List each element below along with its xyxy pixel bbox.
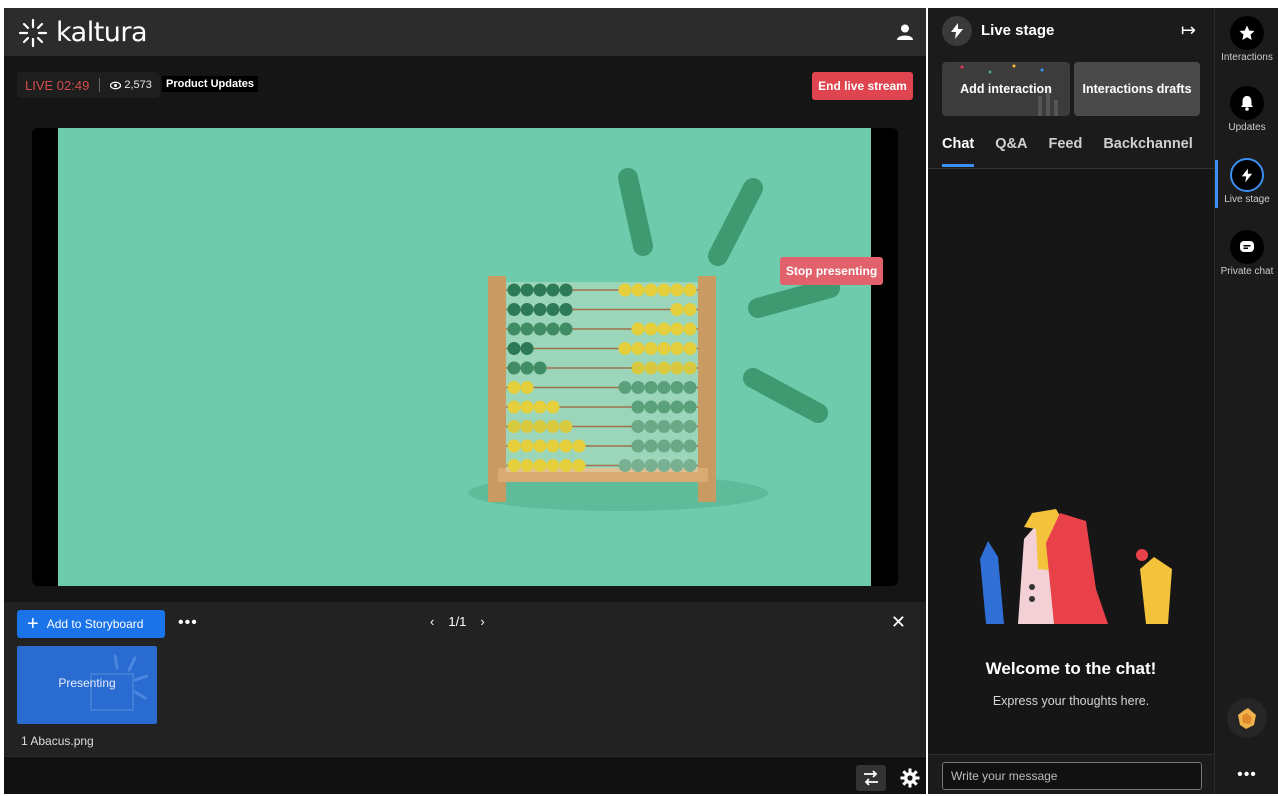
bolt-icon xyxy=(942,16,972,46)
gear-icon xyxy=(900,768,920,788)
presentation-stage: Stop presenting − + xyxy=(32,128,898,586)
message-input[interactable] xyxy=(942,762,1202,790)
swap-icon xyxy=(864,770,878,786)
abacus-illustration xyxy=(468,168,840,511)
thumbnail-name: 1 Abacus.png xyxy=(21,734,94,748)
prev-page-icon[interactable]: ‹ xyxy=(430,614,434,629)
bottom-toolbar xyxy=(4,756,926,794)
tab-chat[interactable]: Chat xyxy=(942,136,975,167)
bell-icon xyxy=(1230,86,1264,120)
tab-qa[interactable]: Q&A xyxy=(995,136,1027,167)
bolt-icon xyxy=(1230,158,1264,192)
live-timer: LIVE 02:49 xyxy=(25,77,90,93)
plus-icon: + xyxy=(27,613,39,635)
tab-feed[interactable]: Feed xyxy=(1048,136,1082,167)
interactions-drafts-button[interactable]: Interactions drafts xyxy=(1074,62,1200,116)
viewer-count: 2,573 xyxy=(110,79,152,91)
eye-icon xyxy=(110,81,122,89)
settings-button[interactable] xyxy=(897,765,923,791)
viewer-count-value: 2,573 xyxy=(124,79,152,91)
swap-layout-button[interactable] xyxy=(856,765,886,791)
add-to-storyboard-label: Add to Storyboard xyxy=(46,617,144,631)
storyboard-thumbnail[interactable]: Presenting xyxy=(17,646,157,724)
rail-live-stage[interactable]: Live stage xyxy=(1215,158,1278,205)
rail-interactions-label: Interactions xyxy=(1221,52,1273,63)
live-status: LIVE 02:49 2,573 xyxy=(17,72,160,98)
rail-updates[interactable]: Updates xyxy=(1215,86,1278,133)
rail-private-chat-label: Private chat xyxy=(1220,266,1274,277)
close-storyboard-icon[interactable]: ✕ xyxy=(891,612,906,633)
stream-title: Product Updates xyxy=(162,76,259,92)
rail-updates-label: Updates xyxy=(1228,122,1266,133)
end-live-stream-button[interactable]: End live stream xyxy=(812,72,913,100)
slide-pager: ‹ 1/1 › xyxy=(430,614,485,629)
message-bar xyxy=(928,754,1214,794)
page-indicator: 1/1 xyxy=(448,614,467,629)
slide-image xyxy=(58,128,871,586)
tab-backchannel[interactable]: Backchannel xyxy=(1103,136,1192,167)
next-page-icon[interactable]: › xyxy=(480,614,484,629)
chat-icon xyxy=(1230,230,1264,264)
stop-presenting-button[interactable]: Stop presenting xyxy=(780,257,883,285)
star-icon xyxy=(1230,16,1264,50)
add-to-storyboard-button[interactable]: + Add to Storyboard xyxy=(17,610,165,638)
more-options-icon[interactable]: ••• xyxy=(178,614,198,632)
main-area: kaltura LIVE 02:49 2,573 Product Updates… xyxy=(4,8,926,794)
collapse-panel-icon[interactable]: ↦ xyxy=(1181,20,1196,41)
brand-name: kaltura xyxy=(56,17,148,48)
storyboard: + Add to Storyboard ••• ‹ 1/1 › ✕ Presen… xyxy=(4,602,926,756)
chat-tabs: Chat Q&A Feed Backchannel xyxy=(942,136,1193,167)
rail-live-stage-label: Live stage xyxy=(1224,194,1270,205)
divider xyxy=(99,78,101,92)
kaltura-logo-icon xyxy=(18,18,48,47)
hands-illustration xyxy=(980,509,1172,624)
user-icon[interactable] xyxy=(896,23,914,41)
clap-reaction-icon[interactable] xyxy=(1227,698,1267,738)
chat-body: Welcome to the chat! Express your though… xyxy=(928,169,1214,754)
top-bar: kaltura xyxy=(4,8,926,56)
add-interaction-label: Add interaction xyxy=(960,82,1052,96)
panel-title: Live stage xyxy=(981,22,1055,39)
rail-interactions[interactable]: Interactions xyxy=(1215,16,1278,63)
panel-header: Live stage ↦ xyxy=(928,8,1214,56)
add-interaction-button[interactable]: Add interaction xyxy=(942,62,1070,116)
presenting-label: Presenting xyxy=(58,676,116,690)
more-options-icon[interactable]: ••• xyxy=(1215,766,1278,784)
side-rail: Interactions Updates Live stage Private … xyxy=(1214,8,1278,794)
welcome-title: Welcome to the chat! xyxy=(985,659,1157,678)
live-stage-panel: Live stage ↦ Add interaction Interaction… xyxy=(928,8,1214,794)
rail-private-chat[interactable]: Private chat xyxy=(1215,230,1278,277)
kaltura-logo: kaltura xyxy=(18,17,148,48)
welcome-subtitle: Express your thoughts here. xyxy=(992,694,1150,708)
